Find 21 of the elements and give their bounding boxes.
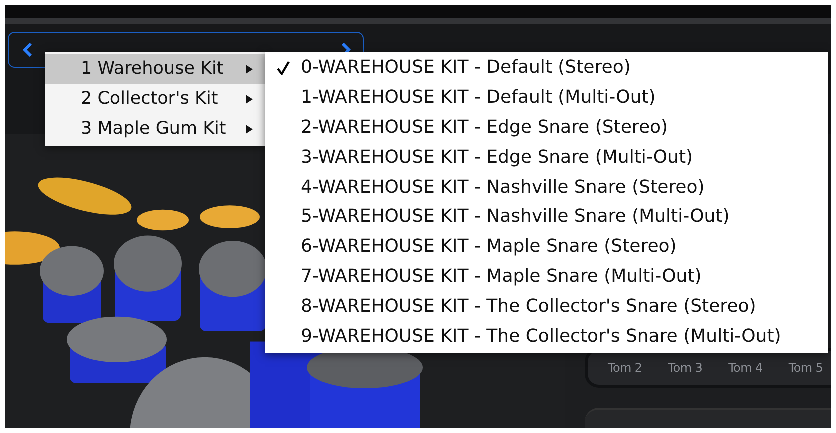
menu-item[interactable]: 3-WAREHOUSE KIT - Edge Snare (Multi-Out) (265, 142, 828, 172)
menu-item[interactable]: 0-WAREHOUSE KIT - Default (Stereo) (265, 53, 828, 83)
menu-item[interactable]: 8-WAREHOUSE KIT - The Collector's Snare (Stereo) (265, 291, 828, 322)
previous-icon[interactable] (23, 43, 33, 57)
output-label: Tom 5 (788, 361, 824, 377)
menu-item[interactable]: 1-WAREHOUSE KIT - Default (Multi-Out) (265, 82, 828, 113)
submenu-arrow-icon (246, 94, 253, 104)
output-label: Tom 3 (668, 361, 703, 377)
menu-item[interactable]: 7-WAREHOUSE KIT - Maple Snare (Multi-Out) (265, 262, 828, 292)
menu-item[interactable]: 3 Maple Gum Kit (45, 114, 265, 144)
submenu-arrow-icon (246, 124, 253, 134)
menu-item[interactable]: 4-WAREHOUSE KIT - Nashville Snare (Stereo) (265, 172, 828, 202)
menu-item[interactable]: 1 Warehouse Kit (45, 54, 265, 84)
menu-item[interactable]: 2 Collector's Kit (45, 84, 265, 114)
menu-item[interactable]: 2-WAREHOUSE KIT - Edge Snare (Stereo) (265, 112, 828, 142)
output-label: Tom 4 (728, 361, 763, 377)
submenu-arrow-icon (246, 64, 253, 74)
menu-item[interactable]: 6-WAREHOUSE KIT - Maple Snare (Stereo) (265, 232, 828, 262)
menu-item[interactable]: 9-WAREHOUSE KIT - The Collector's Snare (Multi-Out) (265, 321, 828, 351)
menu-item[interactable]: 5-WAREHOUSE KIT - Nashville Snare (Multi-Out) (265, 202, 828, 232)
output-label: Tom 2 (608, 361, 642, 377)
